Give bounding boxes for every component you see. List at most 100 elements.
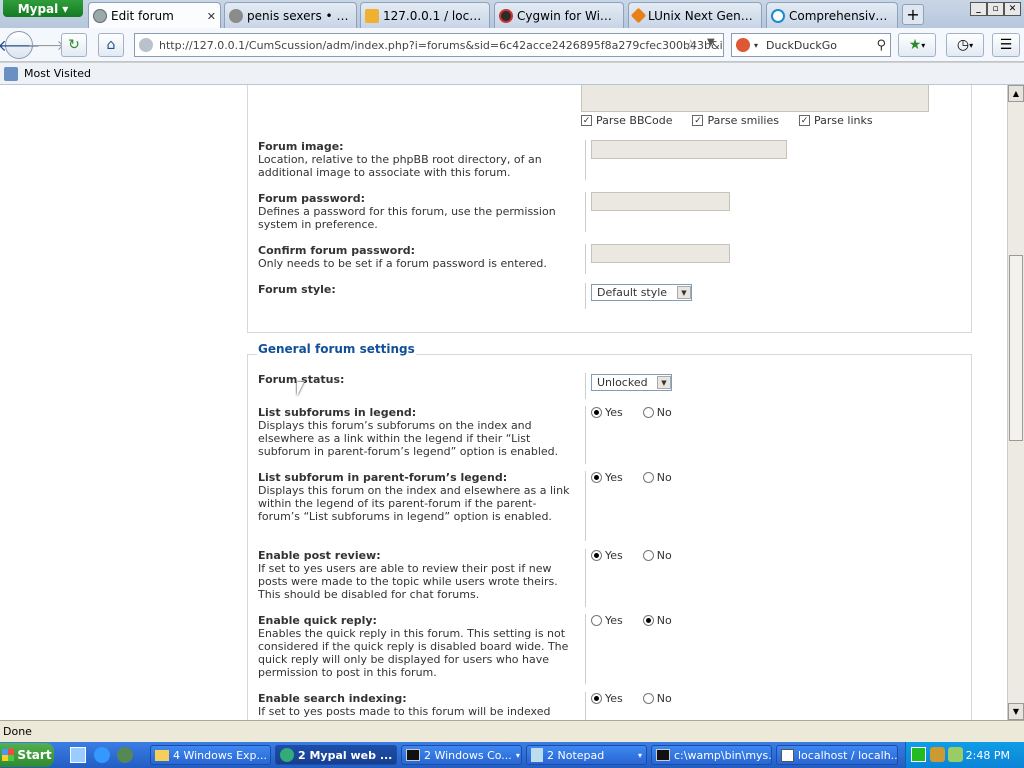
- scroll-down-arrow-icon[interactable]: ▼: [1008, 703, 1024, 720]
- taskbar-item-explorer[interactable]: 4 Windows Exp...▾: [150, 745, 271, 765]
- forum-style-select[interactable]: Default style ▼: [591, 284, 692, 301]
- url-bar[interactable]: http://127.0.0.1/CumScussion/adm/index.p…: [134, 33, 724, 57]
- forum-password-label: Forum password: Defines a password for th…: [258, 192, 576, 231]
- bookmark-star-icon[interactable]: ☆: [684, 36, 697, 54]
- tab-forum-view[interactable]: penis sexers • View ...: [224, 2, 357, 28]
- radio-no-option[interactable]: No: [642, 692, 672, 705]
- list-subforums-legend-label: List subforums in legend: Displays this f…: [258, 406, 576, 458]
- start-button[interactable]: Start: [0, 743, 54, 767]
- console-icon: [656, 749, 670, 761]
- radio-yes[interactable]: [591, 615, 602, 626]
- taskbar-item-mysql-console[interactable]: c:\wamp\bin\mys...: [651, 745, 772, 765]
- checkbox-parse-bbcode[interactable]: ✓: [581, 115, 592, 126]
- search-field[interactable]: ▾ DuckDuckGo ⚲: [731, 33, 891, 57]
- taskbar-item-mypal[interactable]: 2 Mypal web ...▾: [275, 745, 397, 765]
- window-icon: [781, 748, 794, 762]
- radio-no[interactable]: [642, 615, 654, 626]
- diamond-icon: [630, 7, 647, 24]
- checkbox-parse-smilies[interactable]: ✓: [692, 115, 704, 126]
- taskbar-item-localhost[interactable]: localhost / localh...: [776, 745, 898, 765]
- forum-password-input[interactable]: [591, 192, 730, 211]
- navigation-bar: 🡐 🡒 ↻ ⌂ http://127.0.0.1/CumScussion/adm…: [0, 28, 1024, 62]
- radio-yes-option[interactable]: Yes: [591, 692, 623, 705]
- radio-no-option[interactable]: No: [642, 471, 672, 484]
- chevron-down-icon: ▾: [396, 751, 397, 760]
- taskbar-item-notepad[interactable]: 2 Notepad ▾: [526, 745, 647, 765]
- radio-yes[interactable]: [591, 472, 602, 483]
- divider: [585, 471, 586, 541]
- restore-button[interactable]: ▫: [987, 2, 1004, 16]
- location-pin-icon: [771, 8, 785, 23]
- duckduckgo-icon: [736, 38, 750, 52]
- radio-no[interactable]: [642, 407, 654, 418]
- taskbar-item-console[interactable]: 2 Windows Co... ▾: [401, 745, 522, 765]
- radio-yes-option[interactable]: Yes: [591, 614, 623, 627]
- tray-green-icon[interactable]: [911, 747, 926, 762]
- show-desktop-icon[interactable]: [70, 747, 86, 763]
- tools-menu-button[interactable]: ☰: [992, 33, 1020, 57]
- close-icon[interactable]: ✕: [207, 10, 216, 23]
- divider: [585, 283, 586, 309]
- radio-yes[interactable]: [591, 407, 602, 418]
- tab-lunix[interactable]: LUnix Next Generati...: [628, 2, 762, 28]
- search-icon[interactable]: ⚲: [876, 38, 886, 53]
- app-menu-button[interactable]: Mypal ▾: [3, 0, 83, 17]
- home-button[interactable]: ⌂: [98, 33, 124, 57]
- confirm-password-title: Confirm forum password:: [258, 244, 416, 257]
- vertical-scrollbar[interactable]: ▲ ▼: [1007, 85, 1024, 720]
- taskbar-item-label: c:\wamp\bin\mys...: [674, 748, 772, 762]
- forum-description-textarea[interactable]: [581, 85, 929, 112]
- parse-links-label: Parse links: [813, 114, 873, 127]
- parse-bbcode-option[interactable]: ✓ Parse BBCode: [581, 114, 672, 127]
- divider: [585, 192, 586, 232]
- checkbox-parse-links[interactable]: ✓: [798, 115, 810, 126]
- radio-no-option[interactable]: No: [642, 549, 672, 562]
- browser-quicklaunch-icon[interactable]: [94, 747, 110, 763]
- enable-quick-reply-row: Enable quick reply: Enables the quick rep…: [258, 614, 963, 686]
- enable-post-review-label: Enable post review: If set to yes users a…: [258, 549, 576, 601]
- page-content: ✓ Parse BBCode ✓ Parse smilies ✓ Parse link…: [0, 85, 1007, 720]
- mypal-quicklaunch-icon[interactable]: [117, 747, 133, 763]
- notepad-icon: [531, 748, 543, 762]
- close-window-button[interactable]: ✕: [1004, 2, 1021, 16]
- history-dropdown-icon[interactable]: ▼: [707, 37, 715, 48]
- forum-status-select[interactable]: Unlocked ▼: [591, 374, 672, 391]
- tray-tools-icon[interactable]: [930, 747, 945, 762]
- radio-no-option[interactable]: No: [642, 406, 672, 419]
- radio-yes-option[interactable]: Yes: [591, 471, 623, 484]
- tab-cygwin[interactable]: Cygwin for Windows...: [494, 2, 624, 28]
- tab-phpmyadmin[interactable]: 127.0.0.1 / localhos...: [360, 2, 490, 28]
- reload-button[interactable]: ↻: [61, 33, 87, 57]
- forum-image-row: Forum image: Location, relative to the ph…: [258, 140, 963, 186]
- radio-yes[interactable]: [591, 693, 602, 704]
- bookmarks-star-icon: ★: [908, 37, 922, 53]
- tab-comprehensive-ip[interactable]: Comprehensive IP a...: [766, 2, 898, 28]
- parse-smilies-option[interactable]: ✓ Parse smilies: [692, 114, 779, 127]
- radio-no[interactable]: [642, 472, 654, 483]
- radio-no[interactable]: [642, 550, 654, 561]
- radio-yes-option[interactable]: Yes: [591, 406, 623, 419]
- forward-button[interactable]: 🡒: [27, 33, 65, 57]
- tab-edit-forum[interactable]: Edit forum ✕: [88, 2, 221, 29]
- minimize-button[interactable]: _: [970, 2, 987, 16]
- radio-yes[interactable]: [591, 550, 602, 561]
- enable-search-indexing-description: If set to yes posts made to this forum w…: [258, 705, 551, 718]
- history-button[interactable]: ◷ ▾: [946, 33, 984, 57]
- scrollbar-thumb[interactable]: [1009, 255, 1023, 441]
- parse-links-option[interactable]: ✓ Parse links: [798, 114, 873, 127]
- chevron-down-icon: ▾: [62, 1, 69, 16]
- forum-image-control: [591, 140, 787, 159]
- parse-smilies-label: Parse smilies: [707, 114, 779, 127]
- bookmarks-button[interactable]: ★ ▾: [898, 33, 936, 57]
- general-settings-legend: General forum settings: [257, 342, 416, 356]
- scroll-up-arrow-icon[interactable]: ▲: [1008, 85, 1024, 102]
- tray-network-icon[interactable]: [948, 747, 963, 762]
- radio-no-option[interactable]: No: [642, 614, 672, 627]
- radio-yes-option[interactable]: Yes: [591, 549, 623, 562]
- confirm-password-input[interactable]: [591, 244, 730, 263]
- forum-image-input[interactable]: [591, 140, 787, 159]
- radio-no[interactable]: [642, 693, 654, 704]
- new-tab-button[interactable]: +: [902, 4, 924, 25]
- forum-password-row: Forum password: Defines a password for th…: [258, 192, 963, 238]
- most-visited-link[interactable]: Most Visited: [24, 67, 91, 80]
